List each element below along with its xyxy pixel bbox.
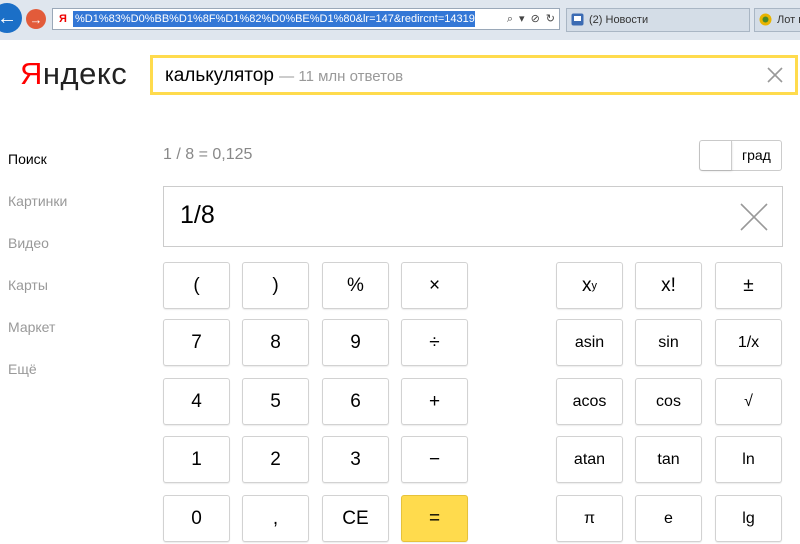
dropdown-arrow-icon[interactable]: ▾ — [519, 11, 525, 27]
key-clear-entry[interactable]: CE — [322, 495, 389, 542]
key-acos[interactable]: acos — [556, 378, 623, 425]
logo-text: ндекс — [42, 56, 128, 91]
stop-icon[interactable]: ⊘ — [531, 11, 540, 27]
key-0[interactable]: 0 — [163, 495, 230, 542]
key-2[interactable]: 2 — [242, 436, 309, 483]
yandex-logo[interactable]: Яндекс — [20, 56, 127, 92]
key-7[interactable]: 7 — [163, 319, 230, 366]
nav-market[interactable]: Маркет — [8, 319, 55, 335]
tab-news[interactable]: (2) Новости — [566, 8, 750, 32]
browser-toolbar: ← → Я %D1%83%D0%BB%D1%8F%D1%82%D0%BE%D1%… — [0, 0, 800, 40]
search-results-count: — 11 млн ответов — [279, 68, 404, 85]
key-cos[interactable]: cos — [635, 378, 702, 425]
key-e[interactable]: e — [635, 495, 702, 542]
news-tab-icon — [571, 13, 584, 26]
key-4[interactable]: 4 — [163, 378, 230, 425]
key-plus[interactable]: + — [401, 378, 468, 425]
address-tools: ⌕ ▾ ⊘ ↻ — [507, 11, 555, 27]
key-sqrt[interactable]: √ — [715, 378, 782, 425]
key-percent[interactable]: % — [322, 262, 389, 309]
key-5[interactable]: 5 — [242, 378, 309, 425]
key-8[interactable]: 8 — [242, 319, 309, 366]
degree-label: град — [742, 147, 771, 163]
key-minus[interactable]: − — [401, 436, 468, 483]
clear-expression-icon[interactable] — [738, 201, 770, 233]
key-ln[interactable]: ln — [715, 436, 782, 483]
key-equals[interactable]: = — [401, 495, 468, 542]
key-6[interactable]: 6 — [322, 378, 389, 425]
nav-images[interactable]: Картинки — [8, 193, 67, 209]
url-text[interactable]: %D1%83%D0%BB%D1%8F%D1%82%D0%BE%D1%80&lr=… — [73, 11, 475, 27]
toggle-knob[interactable] — [700, 141, 732, 170]
search-icon[interactable]: ⌕ — [507, 11, 513, 27]
key-1[interactable]: 1 — [163, 436, 230, 483]
calc-result-line: 1 / 8 = 0,125 — [163, 146, 253, 163]
nav-more[interactable]: Ещё — [8, 361, 37, 377]
key-9[interactable]: 9 — [322, 319, 389, 366]
tab-lot-label: Лот в — [777, 14, 800, 26]
search-query-text: калькулятор — [165, 65, 274, 86]
key-sin[interactable]: sin — [635, 319, 702, 366]
calc-expression: 1/8 — [180, 201, 215, 229]
key-open-paren[interactable]: ( — [163, 262, 230, 309]
refresh-icon[interactable]: ↻ — [546, 11, 555, 27]
calc-display[interactable]: 1/8 — [163, 186, 783, 247]
back-button[interactable]: ← — [0, 3, 22, 33]
key-power[interactable]: xy — [556, 262, 623, 309]
site-favicon: Я — [56, 12, 70, 26]
tab-lot[interactable]: Лот в — [754, 8, 800, 32]
key-power-exp: y — [591, 279, 598, 292]
key-close-paren[interactable]: ) — [242, 262, 309, 309]
forward-button[interactable]: → — [26, 9, 46, 29]
key-pi[interactable]: π — [556, 495, 623, 542]
key-lg[interactable]: lg — [715, 495, 782, 542]
key-power-base: x — [582, 274, 592, 296]
degree-toggle[interactable]: град — [699, 140, 782, 171]
key-plus-minus[interactable]: ± — [715, 262, 782, 309]
tab-news-label: (2) Новости — [589, 14, 649, 26]
key-atan[interactable]: atan — [556, 436, 623, 483]
key-factorial[interactable]: x! — [635, 262, 702, 309]
search-input[interactable]: калькулятор — 11 млн ответов — [165, 65, 403, 87]
clear-search-icon[interactable] — [765, 65, 785, 85]
key-tan[interactable]: tan — [635, 436, 702, 483]
key-3[interactable]: 3 — [322, 436, 389, 483]
key-asin[interactable]: asin — [556, 319, 623, 366]
search-box[interactable]: калькулятор — 11 млн ответов — [150, 55, 798, 95]
key-comma[interactable]: , — [242, 495, 309, 542]
nav-search[interactable]: Поиск — [8, 151, 47, 167]
address-bar[interactable]: Я %D1%83%D0%BB%D1%8F%D1%82%D0%BE%D1%80&l… — [52, 8, 560, 30]
nav-video[interactable]: Видео — [8, 235, 49, 251]
logo-letter: Я — [20, 56, 43, 91]
nav-maps[interactable]: Карты — [8, 277, 48, 293]
key-reciprocal[interactable]: 1/x — [715, 319, 782, 366]
key-divide[interactable]: ÷ — [401, 319, 468, 366]
lot-tab-icon — [759, 13, 772, 26]
key-multiply[interactable]: × — [401, 262, 468, 309]
